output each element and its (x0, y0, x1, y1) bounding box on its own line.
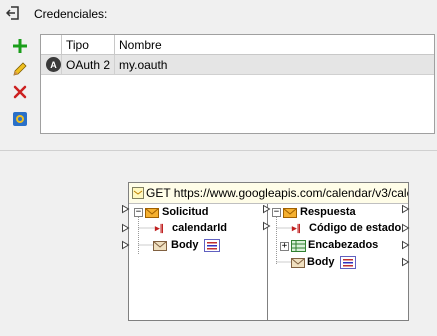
envelope-icon (153, 241, 167, 251)
edit-credential-button[interactable] (11, 60, 29, 78)
web-service-component[interactable]: GET https://www.googleapis.com/calendar/… (128, 182, 409, 321)
status-code-node[interactable]: Código de estado (309, 222, 401, 234)
request-body-node[interactable]: Body (171, 239, 199, 251)
exit-icon[interactable] (5, 6, 20, 20)
solicitud-node[interactable]: Solicitud (162, 206, 208, 218)
delete-credential-button[interactable] (11, 83, 29, 101)
input-connectors (122, 205, 130, 250)
envelope-icon (291, 258, 305, 268)
inner-connectors (263, 205, 271, 231)
component-header[interactable]: GET https://www.googleapis.com/calendar/… (129, 183, 408, 204)
add-credential-button[interactable] (11, 37, 29, 55)
encabezados-node[interactable]: Encabezados (308, 239, 378, 251)
credentials-panel: Credenciales: Tipo Nombre A OAuth 2 my.o… (0, 0, 437, 152)
pencil-icon (13, 62, 27, 76)
calendarid-node[interactable]: calendarId (172, 222, 227, 234)
grid-header: Tipo Nombre (41, 35, 434, 55)
respuesta-node[interactable]: Respuesta (300, 206, 356, 218)
expand-encabezados-button[interactable]: + (280, 242, 289, 251)
oauth-badge-icon: A (46, 57, 61, 72)
collapse-solicitud-button[interactable]: − (134, 208, 143, 217)
table-icon (291, 240, 306, 252)
x-icon (13, 85, 27, 99)
row-nombre: my.oauth (119, 58, 168, 72)
column-tipo[interactable]: Tipo (66, 38, 89, 52)
collapse-respuesta-button[interactable]: − (272, 208, 281, 217)
request-url: GET https://www.googleapis.com/calendar/… (146, 186, 408, 200)
status-code-icon: ▸∥ (292, 223, 302, 233)
credentials-title: Credenciales: (34, 7, 108, 21)
credential-settings-button[interactable] (11, 110, 29, 128)
json-structure-icon (340, 256, 356, 269)
json-structure-icon (204, 239, 220, 252)
credential-icon (13, 112, 27, 126)
credentials-grid: Tipo Nombre A OAuth 2 my.oauth (40, 34, 435, 134)
output-connectors (402, 205, 410, 267)
column-nombre[interactable]: Nombre (119, 38, 162, 52)
plus-icon (13, 39, 27, 53)
web-service-icon (132, 187, 144, 202)
table-row[interactable]: A OAuth 2 my.oauth (41, 55, 434, 75)
response-body-node[interactable]: Body (307, 256, 335, 268)
parameter-icon: ▸∥ (155, 223, 165, 233)
row-tipo: OAuth 2 (66, 58, 111, 72)
